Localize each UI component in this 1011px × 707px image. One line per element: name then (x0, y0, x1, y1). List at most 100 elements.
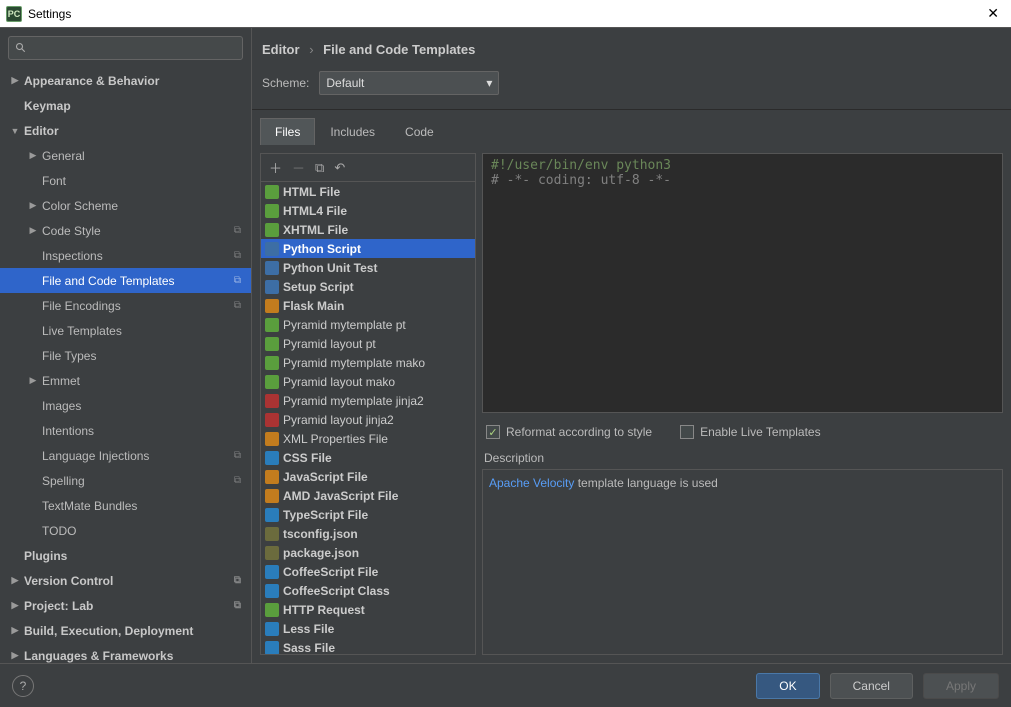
tree-item-editor[interactable]: ▼Editor (0, 118, 251, 143)
file-type-icon (265, 204, 279, 218)
file-type-icon (265, 641, 279, 655)
template-item-xhtml-file[interactable]: XHTML File (261, 220, 475, 239)
template-item-pyramid-layout-jinja2[interactable]: Pyramid layout jinja2 (261, 410, 475, 429)
tree-item-font[interactable]: Font (0, 168, 251, 193)
apply-button[interactable]: Apply (923, 673, 999, 699)
tree-item-label: Project: Lab (24, 599, 93, 613)
tree-item-label: File Encodings (42, 299, 121, 313)
template-item-label: Setup Script (283, 280, 354, 294)
tree-item-languages-frameworks[interactable]: ▶Languages & Frameworks (0, 643, 251, 663)
template-item-pyramid-mytemplate-jinja2[interactable]: Pyramid mytemplate jinja2 (261, 391, 475, 410)
help-button[interactable]: ? (12, 675, 34, 697)
template-item-typescript-file[interactable]: TypeScript File (261, 505, 475, 524)
tree-item-version-control[interactable]: ▶Version Control⧉ (0, 568, 251, 593)
template-item-javascript-file[interactable]: JavaScript File (261, 467, 475, 486)
template-tabs: FilesIncludesCode (252, 110, 1011, 145)
expand-arrow-icon: ▶ (10, 75, 20, 86)
tree-item-language-injections[interactable]: Language Injections⧉ (0, 443, 251, 468)
tree-item-file-types[interactable]: File Types (0, 343, 251, 368)
close-icon[interactable]: ✕ (981, 5, 1005, 22)
tree-item-build-execution-deployment[interactable]: ▶Build, Execution, Deployment (0, 618, 251, 643)
tree-item-spelling[interactable]: Spelling⧉ (0, 468, 251, 493)
tree-item-label: Spelling (42, 474, 85, 488)
template-item-setup-script[interactable]: Setup Script (261, 277, 475, 296)
tree-item-code-style[interactable]: ▶Code Style⧉ (0, 218, 251, 243)
template-item-html4-file[interactable]: HTML4 File (261, 201, 475, 220)
tree-item-inspections[interactable]: Inspections⧉ (0, 243, 251, 268)
template-item-tsconfig-json[interactable]: tsconfig.json (261, 524, 475, 543)
tree-item-label: Inspections (42, 249, 103, 263)
template-item-package-json[interactable]: package.json (261, 543, 475, 562)
template-item-python-unit-test[interactable]: Python Unit Test (261, 258, 475, 277)
remove-button[interactable]: － (292, 158, 305, 177)
search-input[interactable] (8, 36, 243, 60)
template-item-python-script[interactable]: Python Script (261, 239, 475, 258)
template-list: HTML File HTML4 File XHTML FilePython Scri… (261, 182, 475, 654)
description-label: Description (482, 451, 1003, 465)
revert-button[interactable]: ↶ (334, 160, 345, 176)
template-item-coffeescript-file[interactable]: CoffeeScript File (261, 562, 475, 581)
tree-item-color-scheme[interactable]: ▶Color Scheme (0, 193, 251, 218)
template-item-flask-main[interactable]: Flask Main (261, 296, 475, 315)
project-scope-icon: ⧉ (234, 225, 241, 236)
template-item-amd-javascript-file[interactable]: AMD JavaScript File (261, 486, 475, 505)
ok-button[interactable]: OK (756, 673, 819, 699)
expand-arrow-icon: ▶ (10, 575, 20, 586)
file-type-icon (265, 299, 279, 313)
template-item-pyramid-layout-pt[interactable]: Pyramid layout pt (261, 334, 475, 353)
copy-button[interactable]: ⧉ (315, 160, 324, 176)
template-item-xml-properties-file[interactable]: XML Properties File (261, 429, 475, 448)
tree-item-emmet[interactable]: ▶Emmet (0, 368, 251, 393)
file-type-icon (265, 584, 279, 598)
template-item-label: HTML4 File (283, 204, 347, 218)
template-item-http-request[interactable]: HTTP Request (261, 600, 475, 619)
reformat-label: Reformat according to style (506, 425, 652, 439)
template-item-less-file[interactable]: Less File (261, 619, 475, 638)
tree-item-images[interactable]: Images (0, 393, 251, 418)
code-line-2: # -*- coding: utf-8 -*- (491, 173, 671, 188)
tree-item-label: Font (42, 174, 66, 188)
template-item-pyramid-mytemplate-pt[interactable]: Pyramid mytemplate pt (261, 315, 475, 334)
tree-item-file-and-code-templates[interactable]: File and Code Templates⧉ (0, 268, 251, 293)
apache-velocity-link[interactable]: Apache Velocity (489, 476, 574, 490)
file-type-icon (265, 451, 279, 465)
template-item-css-file[interactable]: CSS File (261, 448, 475, 467)
enable-live-templates-checkbox[interactable]: Enable Live Templates (680, 425, 821, 439)
tree-item-live-templates[interactable]: Live Templates (0, 318, 251, 343)
scheme-select[interactable]: Default ▾ (319, 71, 499, 95)
tree-item-todo[interactable]: TODO (0, 518, 251, 543)
tree-item-file-encodings[interactable]: File Encodings⧉ (0, 293, 251, 318)
breadcrumb: Editor › File and Code Templates (252, 28, 1011, 65)
template-item-sass-file[interactable]: Sass File (261, 638, 475, 654)
tab-files[interactable]: Files (260, 118, 315, 145)
tree-item-label: TODO (42, 524, 76, 538)
template-item-pyramid-layout-mako[interactable]: Pyramid layout mako (261, 372, 475, 391)
tree-item-label: File Types (42, 349, 96, 363)
template-item-html-file[interactable]: HTML File (261, 182, 475, 201)
tree-item-appearance-behavior[interactable]: ▶ Appearance & Behavior (0, 68, 251, 93)
tab-code[interactable]: Code (390, 118, 449, 145)
file-type-icon (265, 337, 279, 351)
file-type-icon (265, 242, 279, 256)
template-item-label: CSS File (283, 451, 332, 465)
tree-item-project-lab[interactable]: ▶Project: Lab⧉ (0, 593, 251, 618)
template-editor[interactable]: #!/user/bin/env python3 # -*- coding: ut… (482, 153, 1003, 413)
tree-item-general[interactable]: ▶General (0, 143, 251, 168)
template-item-coffeescript-class[interactable]: CoffeeScript Class (261, 581, 475, 600)
expand-arrow-icon: ▶ (28, 200, 38, 211)
tree-item-label: TextMate Bundles (42, 499, 137, 513)
file-type-icon (265, 318, 279, 332)
add-button[interactable]: ＋ (269, 158, 282, 177)
template-item-pyramid-mytemplate-mako[interactable]: Pyramid mytemplate mako (261, 353, 475, 372)
expand-arrow-icon: ▶ (28, 150, 38, 161)
template-item-label: Python Unit Test (283, 261, 377, 275)
tree-item-intentions[interactable]: Intentions (0, 418, 251, 443)
reformat-checkbox[interactable]: ✓ Reformat according to style (486, 425, 652, 439)
tree-item-label: Appearance & Behavior (24, 74, 159, 88)
tree-item-plugins[interactable]: Plugins (0, 543, 251, 568)
tab-includes[interactable]: Includes (315, 118, 390, 145)
tree-item-keymap[interactable]: Keymap (0, 93, 251, 118)
cancel-button[interactable]: Cancel (830, 673, 913, 699)
tree-item-textmate-bundles[interactable]: TextMate Bundles (0, 493, 251, 518)
description-box: Apache Velocity template language is use… (482, 469, 1003, 655)
